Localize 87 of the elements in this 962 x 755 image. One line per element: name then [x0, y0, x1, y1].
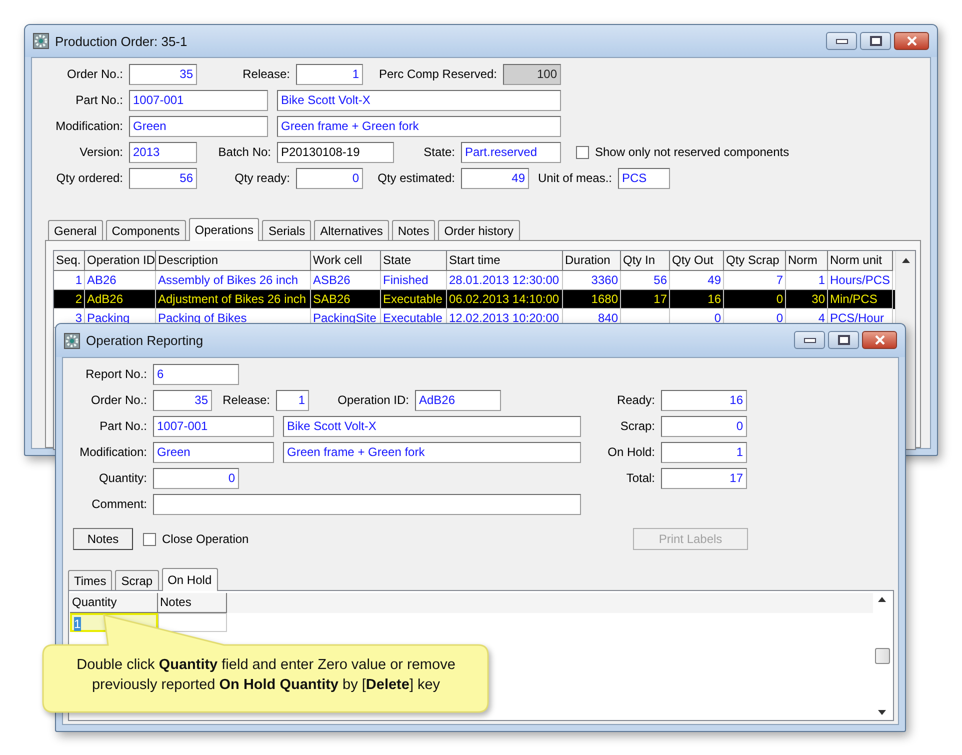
- input-field[interactable]: 35: [153, 390, 212, 410]
- input-field[interactable]: Green: [129, 116, 268, 136]
- close-icon: [906, 36, 918, 46]
- input-field[interactable]: 1: [296, 64, 363, 84]
- input-field[interactable]: 1: [276, 390, 309, 410]
- input-field[interactable]: 0: [153, 468, 239, 488]
- minimize-button[interactable]: [826, 32, 857, 50]
- field-label: Scrap:: [619, 419, 656, 433]
- field-label: Qty ordered:: [55, 171, 124, 185]
- field-label: Comment:: [90, 497, 148, 511]
- tab[interactable]: Order history: [438, 220, 520, 240]
- checkbox-label: Close Operation: [162, 532, 249, 546]
- field-label: Unit of meas.:: [536, 171, 613, 185]
- input-field[interactable]: 100: [503, 64, 561, 84]
- tab[interactable]: Alternatives: [314, 220, 389, 240]
- field-label: Perc Comp Reserved:: [378, 67, 498, 81]
- input-field[interactable]: 2013: [129, 142, 197, 162]
- field-label: Version:: [78, 145, 124, 159]
- field-label: Release:: [222, 393, 271, 407]
- field-label: State:: [422, 145, 456, 159]
- maximize-button[interactable]: [828, 331, 859, 349]
- table-cell[interactable]: [158, 613, 227, 632]
- tab[interactable]: Components: [106, 220, 186, 240]
- checkbox[interactable]: [143, 532, 156, 546]
- input-field[interactable]: 56: [129, 168, 197, 188]
- scrollbar-thumb[interactable]: [874, 648, 890, 664]
- tab[interactable]: Serials: [262, 220, 312, 240]
- field-label: Order No.:: [90, 393, 148, 407]
- input-field[interactable]: 17: [661, 468, 747, 488]
- tab[interactable]: General: [48, 220, 103, 240]
- tab[interactable]: Scrap: [115, 570, 159, 590]
- window-title: Operation Reporting: [86, 333, 204, 348]
- checkbox-label: Show only not reserved components: [595, 145, 790, 159]
- up-arrow-icon[interactable]: [902, 258, 910, 263]
- input-field[interactable]: Part.reserved: [461, 142, 561, 162]
- field-label: Ready:: [616, 393, 656, 407]
- input-field[interactable]: 1007-001: [129, 90, 268, 110]
- field-label: Batch No:: [217, 145, 272, 159]
- input-field[interactable]: Bike Scott Volt-X: [283, 416, 581, 436]
- close-button[interactable]: [894, 32, 929, 50]
- input-field[interactable]: Bike Scott Volt-X: [277, 90, 561, 110]
- input-field[interactable]: 6: [153, 364, 239, 384]
- window-title: Production Order: 35-1: [55, 34, 188, 48]
- input-field[interactable]: P20130108-19: [277, 142, 394, 162]
- input-field[interactable]: 0: [661, 416, 747, 436]
- maximize-button[interactable]: [860, 32, 891, 50]
- field-label: Order No.:: [66, 67, 124, 81]
- callout-text: Double click Quantity field and enter Zero value or remove previously reported On Hold Quantity by [Delete] key: [76, 656, 456, 695]
- notes-button[interactable]: Notes: [73, 528, 133, 550]
- field-label: Qty estimated:: [376, 171, 456, 185]
- close-button[interactable]: [862, 331, 897, 349]
- input-field[interactable]: 1: [661, 442, 747, 462]
- down-arrow-icon[interactable]: [878, 710, 886, 715]
- table-row[interactable]: 1 AB26 Assembly of Bikes 26 inch ASB26 Finished 28.01.2013 12:30:00 3360 56 49 7 1 Hours/PCS: [54, 271, 895, 290]
- field-label: Total:: [625, 471, 656, 485]
- input-field[interactable]: AdB26: [415, 390, 501, 410]
- tab[interactable]: Times: [68, 570, 112, 590]
- tab[interactable]: Operations: [188, 218, 260, 241]
- field-label: Report No.:: [84, 367, 148, 381]
- field-label: Part No.:: [98, 419, 148, 433]
- minimize-button[interactable]: [794, 331, 825, 349]
- field-label: Part No.:: [74, 93, 124, 107]
- close-icon: [874, 335, 886, 345]
- input-field[interactable]: Green frame + Green fork: [277, 116, 561, 136]
- app-icon: [33, 33, 49, 49]
- field-label: Quantity:: [98, 471, 148, 485]
- app-icon: [64, 332, 80, 348]
- input-field[interactable]: 35: [129, 64, 197, 84]
- input-field[interactable]: Green: [153, 442, 274, 462]
- input-field[interactable]: [153, 494, 581, 514]
- field-label: Release:: [242, 67, 291, 81]
- tab[interactable]: On Hold: [162, 568, 218, 591]
- input-field[interactable]: 1007-001: [153, 416, 274, 436]
- input-field[interactable]: 16: [661, 390, 747, 410]
- field-label: Operation ID:: [336, 393, 410, 407]
- up-arrow-icon[interactable]: [878, 597, 886, 602]
- field-label: Modification:: [78, 445, 148, 459]
- input-field[interactable]: 0: [296, 168, 363, 188]
- input-field[interactable]: PCS: [618, 168, 670, 188]
- field-label: On Hold:: [606, 445, 656, 459]
- field-label: Modification:: [54, 119, 124, 133]
- table-row[interactable]: 2 AdB26 Adjustment of Bikes 26 inch SAB26 Executable 06.02.2013 14:10:00 1680 17 16 0 30 Min/PCS: [54, 290, 895, 309]
- input-field[interactable]: Green frame + Green fork: [283, 442, 581, 462]
- field-label: Qty ready:: [234, 171, 291, 185]
- input-field[interactable]: 49: [461, 168, 529, 188]
- tab[interactable]: Notes: [392, 220, 436, 240]
- checkbox[interactable]: [576, 146, 589, 158]
